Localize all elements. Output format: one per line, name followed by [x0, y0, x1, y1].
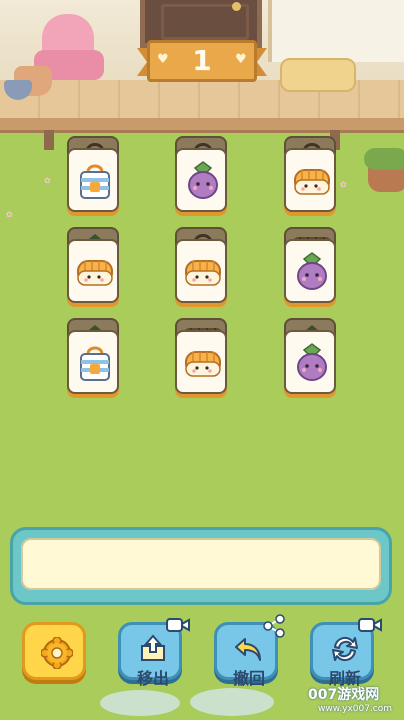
level-banner: ♥ ♥ 1 — [137, 40, 267, 82]
share-icon — [263, 614, 285, 638]
undo-button-label: 撤回 — [232, 669, 265, 688]
potted-plant — [364, 148, 404, 192]
bag-icon — [77, 160, 113, 200]
tile-eggplant[interactable] — [284, 239, 336, 303]
gear-icon — [41, 637, 73, 669]
bread-icon — [185, 251, 221, 291]
bag-icon — [77, 342, 113, 382]
tile-bag[interactable] — [67, 330, 119, 394]
remove-button[interactable]: 移出 — [118, 618, 190, 688]
watermark-logo: 007游戏网 — [308, 687, 380, 703]
tile-stack[interactable] — [67, 227, 119, 303]
bread-icon — [294, 160, 330, 200]
porch-leg — [44, 130, 54, 150]
door-knob — [232, 2, 241, 11]
eggplant-icon — [185, 160, 221, 200]
tile-stack[interactable] — [67, 136, 119, 212]
remove-button-label: 移出 — [136, 669, 169, 688]
floor-cushion — [280, 58, 356, 92]
tile-stack[interactable] — [284, 136, 336, 212]
stepping-stone — [100, 690, 180, 716]
watermark-url: www.yx007.com — [318, 704, 393, 714]
tray-slots — [21, 538, 381, 590]
house-window-wall — [268, 0, 404, 62]
tile-stack[interactable] — [175, 136, 227, 212]
game-scene: ✿ ✿ ✿ ♥ ♥ 1 移出 撤回 刷新 007游戏网 www.yx007.co… — [0, 0, 404, 720]
bread-icon — [77, 251, 113, 291]
tile-bread[interactable] — [175, 330, 227, 394]
tile-bread[interactable] — [284, 148, 336, 212]
porch-edge — [0, 118, 404, 133]
box-up-icon — [141, 634, 165, 661]
bread-icon — [185, 342, 221, 382]
settings-button[interactable] — [22, 622, 86, 686]
tile-stack[interactable] — [175, 318, 227, 394]
undo-arrow-icon — [235, 638, 261, 661]
flower-decoration: ✿ — [6, 210, 13, 219]
level-number: 1 — [192, 44, 212, 77]
tile-bread[interactable] — [175, 239, 227, 303]
flower-decoration: ✿ — [44, 176, 51, 185]
flower-decoration: ✿ — [340, 180, 347, 189]
stepping-stone — [190, 688, 274, 716]
tile-stack[interactable] — [284, 227, 336, 303]
refresh-icon — [332, 636, 358, 662]
eggplant-icon — [294, 342, 330, 382]
video-icon — [166, 618, 190, 632]
video-icon — [358, 618, 382, 632]
eggplant-icon — [294, 251, 330, 291]
undo-button[interactable]: 撤回 — [214, 614, 285, 688]
collection-tray — [10, 527, 392, 605]
plant-leaves — [364, 148, 404, 170]
refresh-button[interactable]: 刷新 — [310, 618, 382, 688]
tile-eggplant[interactable] — [284, 330, 336, 394]
tile-stack[interactable] — [284, 318, 336, 394]
tile-stack[interactable] — [175, 227, 227, 303]
tile-eggplant[interactable] — [175, 148, 227, 212]
tile-bag[interactable] — [67, 148, 119, 212]
settings-button-face[interactable] — [22, 622, 86, 680]
tile-bread[interactable] — [67, 239, 119, 303]
tile-stack[interactable] — [67, 318, 119, 394]
